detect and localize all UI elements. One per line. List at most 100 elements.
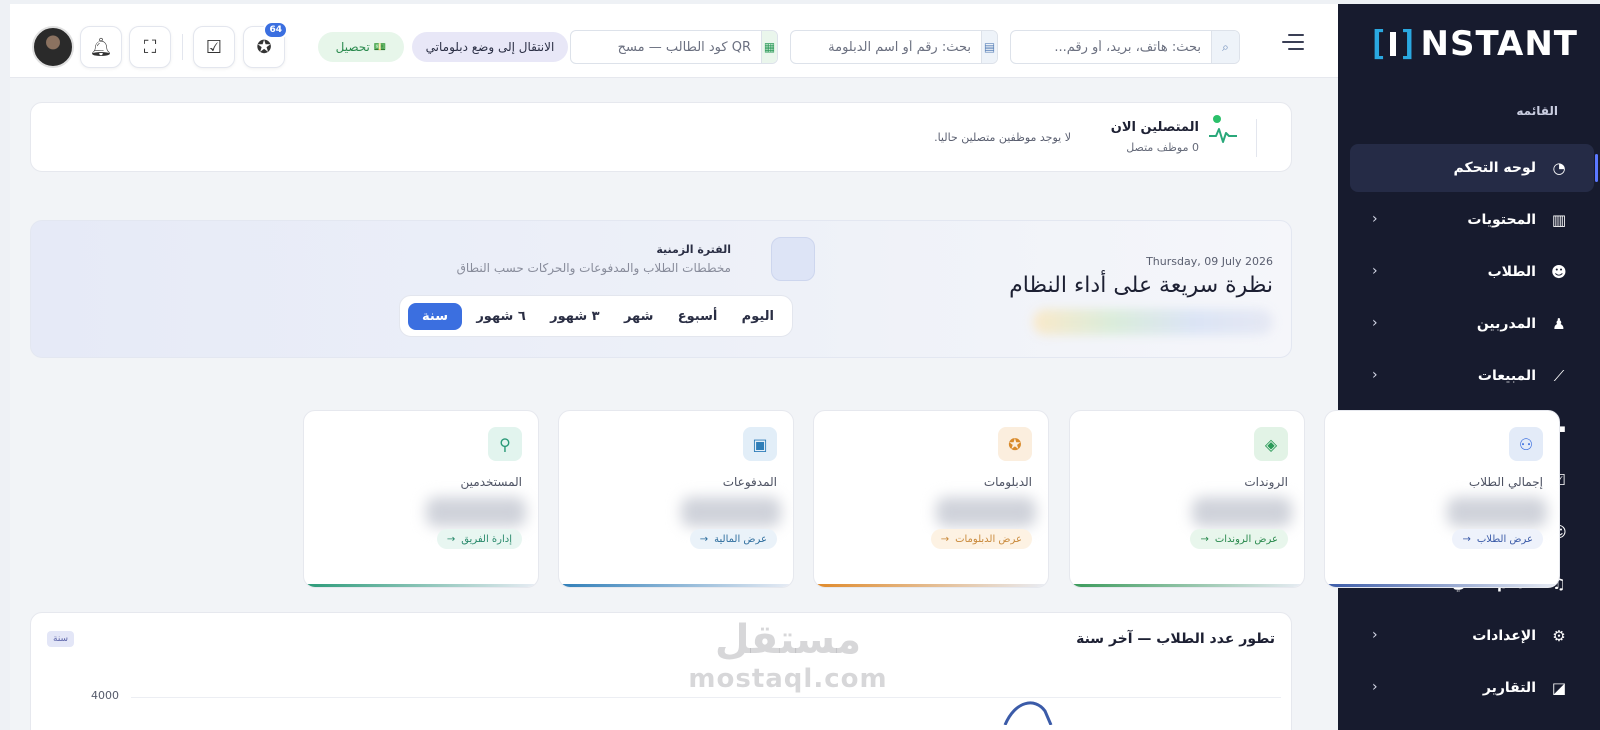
stat-link-label: عرض الروندات xyxy=(1214,533,1278,545)
sidebar-item-label: المبيعات xyxy=(1477,368,1536,384)
sidebar-item-label: المحتويات xyxy=(1467,212,1536,228)
layers-icon: ◈ xyxy=(1254,427,1288,461)
period-tab-1[interactable]: أسبوع xyxy=(668,303,728,330)
chevron-icon: › xyxy=(1372,211,1378,227)
stat-title: الروندات xyxy=(1244,475,1288,489)
stat-card-0: ⚇ إجمالي الطلاب عرض الطلاب → xyxy=(1324,410,1560,588)
stat-title: المستخدمين xyxy=(460,475,522,489)
blurred-summary xyxy=(1033,309,1273,335)
qr-scan-input[interactable] xyxy=(571,31,761,63)
menu-heading: القائمه xyxy=(1516,104,1558,118)
online-employees-card: المتصلين الان 0 موظف متصل لا يوجد موظفين… xyxy=(30,102,1292,172)
page-title: نظرة سريعة على أداء النظام xyxy=(1009,273,1273,298)
sidebar-item-2[interactable]: › الطلاب ☻ xyxy=(1338,248,1600,296)
stat-card-4: ⚲ المستخدمين إدارة الفريق → xyxy=(303,410,539,588)
notifications-button[interactable]: 🔔︎ xyxy=(80,26,122,68)
stat-value-blurred xyxy=(426,497,526,527)
stat-title: إجمالي الطلاب xyxy=(1468,475,1543,489)
period-tab-0[interactable]: اليوم xyxy=(732,303,784,330)
online-empty-message: لا يوجد موظفين متصلين حاليا. xyxy=(934,131,1071,144)
diploma-mode-button[interactable]: الانتقال إلى وضع دبلوماتي xyxy=(412,32,568,62)
gear-icon: ⚙ xyxy=(1552,627,1566,645)
bell-icon: 🔔︎ xyxy=(89,36,113,58)
search-general-input[interactable] xyxy=(1011,31,1211,63)
period-title: الفترة الزمنية xyxy=(656,243,731,256)
collect-label: تحصيل xyxy=(335,40,370,54)
fullscreen-icon: ⛶ xyxy=(143,36,157,58)
period-tabs: اليوم أسبوع شهر ٣ شهور ٦ شهور سنة xyxy=(399,295,793,337)
y-tick-label: 4000 xyxy=(91,689,119,702)
stat-value-blurred xyxy=(936,497,1036,527)
stat-link[interactable]: عرض الدبلومات → xyxy=(930,529,1032,549)
book-icon: ▥ xyxy=(1551,211,1567,229)
chevron-icon: › xyxy=(1372,315,1378,331)
achievements-button[interactable]: ✪ 64 xyxy=(243,21,288,68)
sidebar-item-3[interactable]: › المدربين ♟ xyxy=(1338,300,1600,348)
stat-link[interactable]: عرض المالية → xyxy=(689,529,777,549)
students-chart-card: تطور عدد الطلاب — آخر سنة سنة 4000 xyxy=(30,612,1292,730)
chart-line xyxy=(1003,701,1053,725)
sidebar-item-4[interactable]: › المبيعات ⟋ xyxy=(1338,352,1600,400)
sidebar-item-10[interactable]: › التقارير ◪ xyxy=(1338,664,1600,712)
stat-link-label: عرض المالية xyxy=(714,533,767,545)
stat-link-label: عرض الدبلومات xyxy=(955,533,1022,545)
sidebar-item-label: الإعدادات xyxy=(1472,628,1536,644)
chevron-icon: › xyxy=(1372,263,1378,279)
online-title: المتصلين الان xyxy=(1110,120,1199,135)
arrow-icon: → xyxy=(699,533,709,545)
search-general: ⌕ xyxy=(1010,30,1240,64)
sidebar-item-label: لوحه التحكم xyxy=(1453,160,1536,176)
stat-link[interactable]: إدارة الفريق → xyxy=(436,529,522,549)
arrow-icon: → xyxy=(446,533,456,545)
stat-value-blurred xyxy=(681,497,781,527)
arrow-icon: → xyxy=(1462,533,1471,545)
sidebar-item-9[interactable]: › الإعدادات ⚙ xyxy=(1338,612,1600,660)
period-tab-5[interactable]: سنة xyxy=(408,302,462,330)
stat-link[interactable]: عرض الروندات → xyxy=(1190,529,1288,549)
achievements-badge: 64 xyxy=(263,21,288,39)
checkbox-icon: ☑ xyxy=(205,36,223,58)
chart-gridline xyxy=(131,697,1281,698)
period-tab-3[interactable]: ٣ شهور xyxy=(540,303,609,330)
period-subtitle: مخططات الطلاب والمدفوعات والحركات حسب ال… xyxy=(456,261,731,275)
chevron-icon: › xyxy=(1372,679,1378,695)
brand-logo[interactable]: [] NSTANT xyxy=(1368,24,1578,64)
sidebar-item-label: التقارير xyxy=(1482,680,1536,696)
award-icon: ✪ xyxy=(998,427,1032,461)
medal-icon: ✪ xyxy=(256,36,272,58)
sidebar-item-1[interactable]: › المحتويات ▥ xyxy=(1338,196,1600,244)
logo-mark-icon: [] xyxy=(1367,24,1419,64)
wallet-icon: ▣ xyxy=(743,427,777,461)
period-tab-2[interactable]: شهر xyxy=(614,303,663,330)
stat-accent-bar xyxy=(304,584,538,587)
overview-hero: Thursday, 09 July 2026 نظرة سريعة على أد… xyxy=(30,220,1292,358)
menu-toggle-icon[interactable] xyxy=(1282,34,1304,55)
fullscreen-button[interactable]: ⛶ xyxy=(129,26,171,68)
chart-title: تطور عدد الطلاب — آخر سنة xyxy=(1076,631,1275,647)
stat-value-blurred xyxy=(1192,497,1292,527)
arrow-icon: → xyxy=(940,533,950,545)
stat-title: المدفوعات xyxy=(722,475,777,489)
users-icon: ☻ xyxy=(1551,263,1567,281)
trainer-icon: ♟ xyxy=(1552,315,1566,333)
search-diploma-input[interactable] xyxy=(791,31,981,63)
chevron-icon: › xyxy=(1372,627,1378,643)
stat-accent-bar xyxy=(1325,584,1559,587)
period-tab-4[interactable]: ٦ شهور xyxy=(466,303,535,330)
arrow-icon: → xyxy=(1200,533,1209,545)
brand-name: NSTANT xyxy=(1420,24,1578,64)
stat-link[interactable]: عرض الطلاب → xyxy=(1452,529,1543,549)
stat-accent-bar xyxy=(1070,584,1304,587)
stat-accent-bar xyxy=(559,584,793,587)
sidebar-item-0[interactable]: لوحه التحكم ◔ xyxy=(1350,144,1598,192)
calendar-icon xyxy=(771,237,815,281)
stat-link-label: إدارة الفريق xyxy=(461,533,512,545)
tasks-button[interactable]: ☑ xyxy=(193,26,235,68)
avatar[interactable] xyxy=(32,26,74,68)
collect-button[interactable]: تحصيل 💵 xyxy=(318,32,404,62)
search-diploma: ▤ xyxy=(790,30,998,64)
stat-accent-bar xyxy=(814,584,1048,587)
chart-range-pill[interactable]: سنة xyxy=(47,631,75,647)
sidebar-item-label: المدربين xyxy=(1476,316,1536,332)
current-date: Thursday, 09 July 2026 xyxy=(1146,255,1273,268)
